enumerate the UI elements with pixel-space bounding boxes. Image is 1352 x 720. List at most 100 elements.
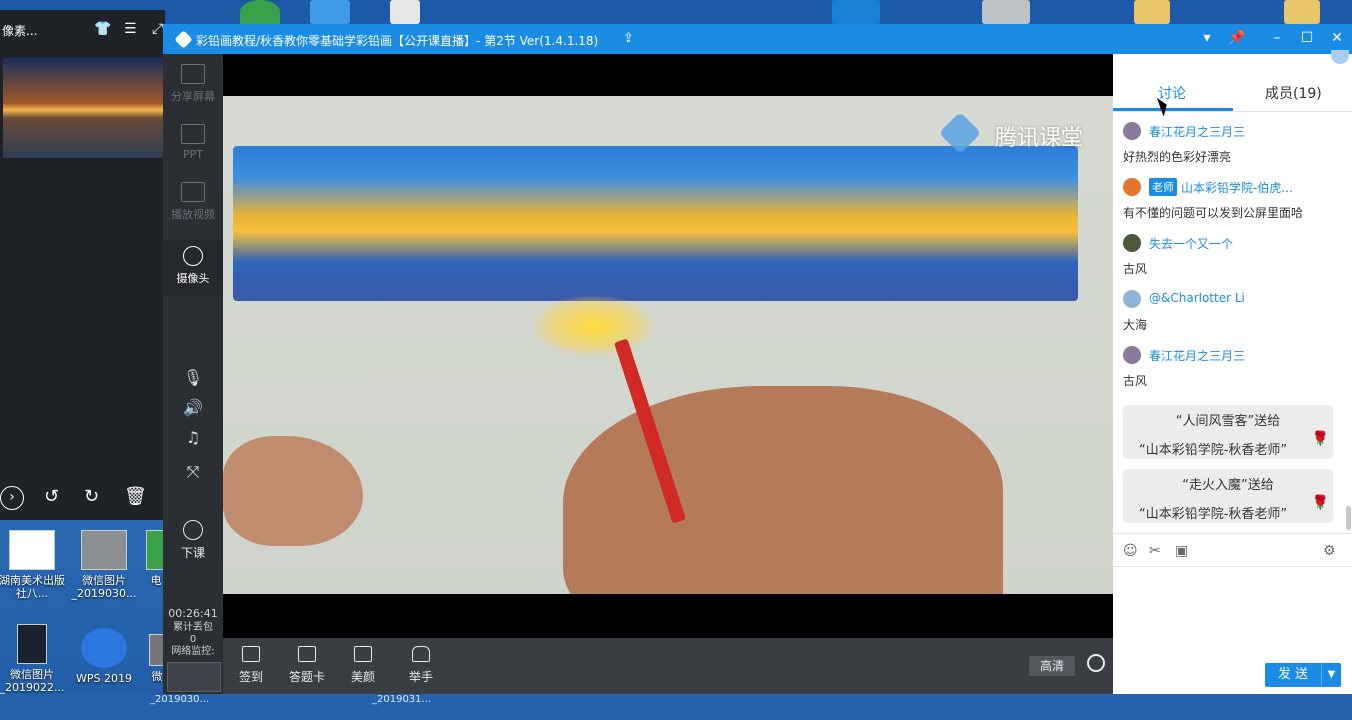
window-title: 彩铅画教程/秋香教你零基础学彩铅画【公开课直播】- 第2节 Ver(1.4.1.… bbox=[196, 34, 599, 48]
minimize-icon[interactable]: – bbox=[1267, 30, 1287, 46]
maximize-icon[interactable]: ☐ bbox=[1297, 30, 1317, 46]
desktop-icon-image bbox=[81, 530, 127, 570]
beauty-label: 美颜 bbox=[350, 670, 375, 684]
sign-in-button[interactable]: 签到 bbox=[223, 646, 279, 685]
raise-hand-label: 举手 bbox=[408, 670, 433, 684]
sign-in-label: 签到 bbox=[238, 670, 263, 684]
tab-members[interactable]: 成员(19) bbox=[1265, 83, 1322, 103]
beauty-button[interactable]: 美颜 bbox=[335, 646, 391, 685]
desktop-icon[interactable]: 微信图片_2019022... bbox=[0, 624, 70, 694]
camera-button[interactable]: 摄像头 bbox=[163, 240, 223, 296]
share-icon[interactable]: ⇪ bbox=[623, 31, 634, 46]
music-icon[interactable]: ♫ bbox=[163, 428, 223, 447]
speaker-icon[interactable]: 🔊 bbox=[163, 398, 223, 417]
quality-button[interactable]: 高清 bbox=[1029, 656, 1075, 676]
avatar[interactable] bbox=[1123, 346, 1141, 364]
raise-hand-icon bbox=[412, 646, 430, 662]
answer-card-button[interactable]: 答题卡 bbox=[279, 646, 335, 685]
gift-notice: “走火入魔”送给 “山本彩铅学院-秋香老师” 🌹 bbox=[1123, 469, 1333, 523]
desktop-top-icon[interactable] bbox=[310, 0, 350, 24]
desktop-top-icon[interactable] bbox=[240, 0, 280, 24]
desktop-top-icon[interactable] bbox=[390, 0, 420, 24]
power-icon[interactable] bbox=[1087, 654, 1105, 672]
image-icon[interactable]: ▣ bbox=[1175, 543, 1188, 559]
dropdown-icon[interactable]: ▾ bbox=[1197, 30, 1217, 46]
message-text: 好热烈的色彩好漂亮 bbox=[1123, 150, 1232, 164]
avatar[interactable] bbox=[1123, 178, 1141, 196]
avatar[interactable] bbox=[1123, 290, 1141, 308]
close-icon[interactable]: ✕ bbox=[1327, 30, 1347, 46]
painting-sun bbox=[533, 296, 653, 356]
desktop-top-icon[interactable] bbox=[832, 0, 880, 24]
end-class-icon bbox=[183, 520, 203, 540]
desktop-top-icon[interactable] bbox=[982, 0, 1030, 24]
desktop-icon-image bbox=[9, 530, 55, 570]
message-text: 古风 bbox=[1123, 262, 1148, 276]
emoji-icon[interactable]: ☺ bbox=[1123, 543, 1138, 559]
app-logo-icon bbox=[174, 30, 193, 49]
end-class-button[interactable]: 下课 bbox=[163, 520, 223, 561]
send-options-dropdown[interactable]: ▼ bbox=[1321, 663, 1341, 687]
class-timer: 00:26:41 bbox=[168, 607, 218, 620]
message-author[interactable]: 春江花月之三月三 bbox=[1149, 123, 1245, 140]
message-author[interactable]: 山本彩铅学院-伯虎... bbox=[1181, 179, 1293, 196]
ppt-button[interactable]: PPT bbox=[163, 124, 223, 161]
delete-icon[interactable]: 🗑 bbox=[124, 486, 147, 507]
video-watermark: 腾讯课堂 bbox=[994, 126, 1083, 151]
raise-hand-button[interactable]: 举手 bbox=[393, 646, 449, 685]
desktop-icon[interactable]: 微信图片_2019030... bbox=[66, 530, 142, 600]
expand-icon[interactable]: ⤢ bbox=[152, 21, 163, 37]
lost-packets-value: 0 bbox=[189, 634, 197, 645]
avatar[interactable] bbox=[1123, 122, 1141, 140]
send-button[interactable]: 发 送 bbox=[1265, 663, 1321, 687]
video-area[interactable]: 腾讯课堂 bbox=[223, 54, 1113, 638]
pin-icon[interactable]: 📌 bbox=[1227, 30, 1247, 46]
desktop-icon-image bbox=[17, 624, 47, 664]
share-screen-icon bbox=[181, 64, 205, 84]
next-icon[interactable]: › bbox=[0, 486, 24, 510]
teacher-badge: 老师 bbox=[1149, 178, 1177, 196]
menu-icon[interactable]: ☰ bbox=[124, 21, 137, 37]
answer-card-label: 答题卡 bbox=[288, 670, 325, 684]
tab-divider bbox=[1113, 111, 1352, 112]
ppt-label: PPT bbox=[183, 148, 203, 161]
video-frame: 腾讯课堂 bbox=[223, 96, 1113, 594]
folder-icon[interactable] bbox=[1284, 0, 1320, 24]
settings-icon[interactable]: ⚙ bbox=[1323, 543, 1336, 559]
viewer-image bbox=[3, 58, 163, 158]
answer-card-icon bbox=[298, 646, 316, 662]
fullscreen-icon[interactable]: ⤧ bbox=[163, 462, 223, 482]
message-author[interactable]: 春江花月之三月三 bbox=[1149, 347, 1245, 364]
share-screen-button[interactable]: 分享屏幕 bbox=[163, 64, 223, 104]
share-screen-label: 分享屏幕 bbox=[171, 90, 215, 103]
chat-scrollbar[interactable] bbox=[1346, 506, 1351, 530]
desktop-icon[interactable]: WPS 2019 bbox=[66, 628, 142, 685]
classroom-window: 彩铅画教程/秋香教你零基础学彩铅画【公开课直播】- 第2节 Ver(1.4.1.… bbox=[163, 24, 1352, 694]
desktop-icon[interactable]: 湖南美术出版社八... bbox=[0, 530, 70, 600]
play-video-button[interactable]: 播放视频 bbox=[163, 182, 223, 222]
message-text: 大海 bbox=[1123, 318, 1148, 332]
microphone-icon[interactable]: 🎙 bbox=[163, 368, 223, 387]
gift-sender: “人间风雪客”送给 bbox=[1175, 414, 1281, 429]
desktop-icon-label: WPS 2019 bbox=[76, 672, 132, 685]
screenshot-icon[interactable]: ✂ bbox=[1149, 543, 1161, 559]
left-hand bbox=[223, 436, 363, 546]
message-author[interactable]: @&Charlotter Li bbox=[1149, 291, 1245, 305]
notice-icon[interactable] bbox=[1331, 50, 1349, 64]
folder-icon[interactable] bbox=[1134, 0, 1170, 24]
shirt-icon[interactable]: 👕 bbox=[94, 21, 111, 37]
avatar[interactable] bbox=[1123, 234, 1141, 252]
wps-icon bbox=[81, 628, 127, 668]
message-author[interactable]: 失去一个又一个 bbox=[1149, 235, 1233, 252]
taskbar-label: _2019031... bbox=[372, 694, 432, 705]
bottom-toolbar: 签到 答题卡 美颜 举手 高清 bbox=[223, 638, 1113, 694]
taskbar-label: _2019030... bbox=[150, 694, 210, 705]
camera-label: 摄像头 bbox=[176, 272, 210, 285]
message-input[interactable] bbox=[1113, 568, 1352, 658]
desktop-icon-label: 微信图片_2019022... bbox=[0, 668, 65, 694]
rotate-right-icon[interactable]: ↻ bbox=[84, 486, 99, 507]
end-class-label: 下课 bbox=[180, 546, 205, 560]
network-monitor-label: 网络监控: bbox=[171, 646, 215, 657]
rotate-left-icon[interactable]: ↺ bbox=[44, 486, 59, 507]
ppt-icon bbox=[181, 124, 205, 144]
